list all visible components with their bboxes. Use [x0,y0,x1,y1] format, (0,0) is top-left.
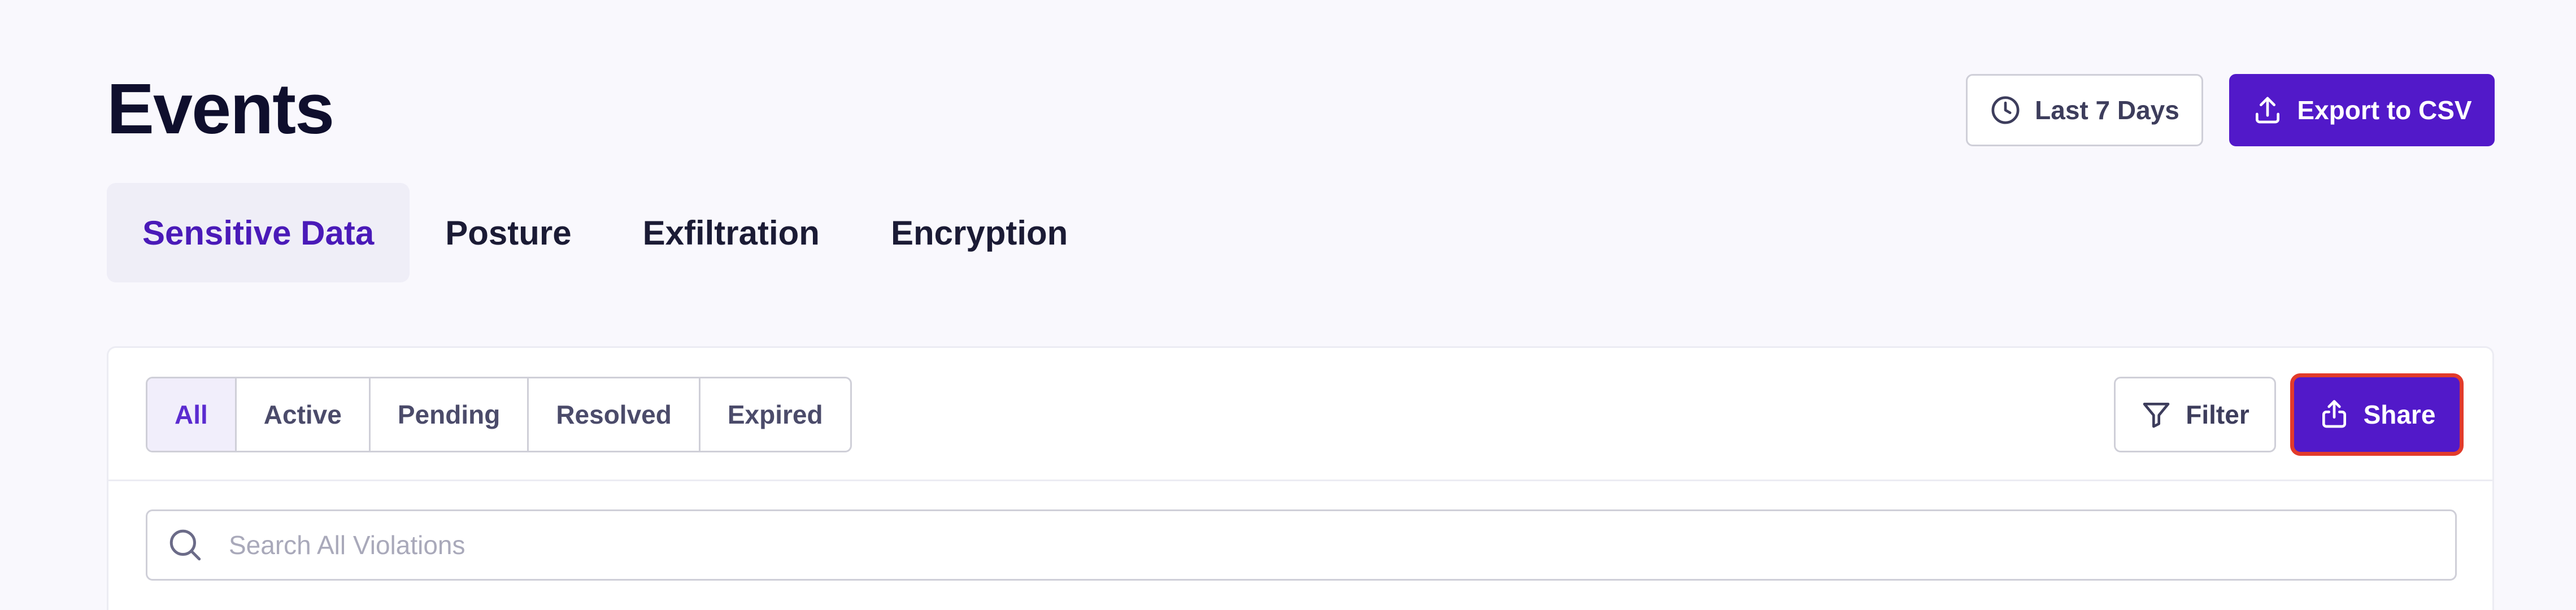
status-segmented-control: All Active Pending Resolved Expired [146,377,852,452]
funnel-icon [2143,403,2170,428]
events-card: All Active Pending Resolved Expired Filt… [107,346,2494,610]
status-option-pending[interactable]: Pending [371,378,529,451]
upload-icon [2256,97,2280,124]
tab-exfiltration[interactable]: Exfiltration [607,183,855,282]
export-label: Export to CSV [2297,95,2472,125]
tab-posture[interactable]: Posture [410,183,607,282]
status-option-all[interactable]: All [147,378,237,451]
status-option-active[interactable]: Active [237,378,371,451]
status-option-expired[interactable]: Expired [700,378,850,451]
events-page: Events Last 7 Days Export to CSV Sensiti… [0,0,2576,610]
share-button[interactable]: Share [2290,373,2464,456]
card-divider [108,480,2492,481]
search-icon [169,529,201,561]
search-bar[interactable] [146,509,2457,581]
filter-button[interactable]: Filter [2114,377,2276,452]
export-csv-button[interactable]: Export to CSV [2229,74,2495,146]
date-range-button[interactable]: Last 7 Days [1966,74,2203,146]
tab-sensitive-data[interactable]: Sensitive Data [107,183,410,282]
share-label: Share [2363,400,2436,429]
search-input[interactable] [229,530,2455,560]
status-option-resolved[interactable]: Resolved [529,378,700,451]
category-tabs: Sensitive Data Posture Exfiltration Encr… [107,183,1103,282]
page-title: Events [107,69,334,149]
tab-encryption[interactable]: Encryption [855,183,1103,282]
filter-label: Filter [2186,400,2249,429]
share-upload-icon [2322,400,2346,428]
date-range-label: Last 7 Days [2035,95,2179,125]
clock-icon [1991,96,2020,124]
